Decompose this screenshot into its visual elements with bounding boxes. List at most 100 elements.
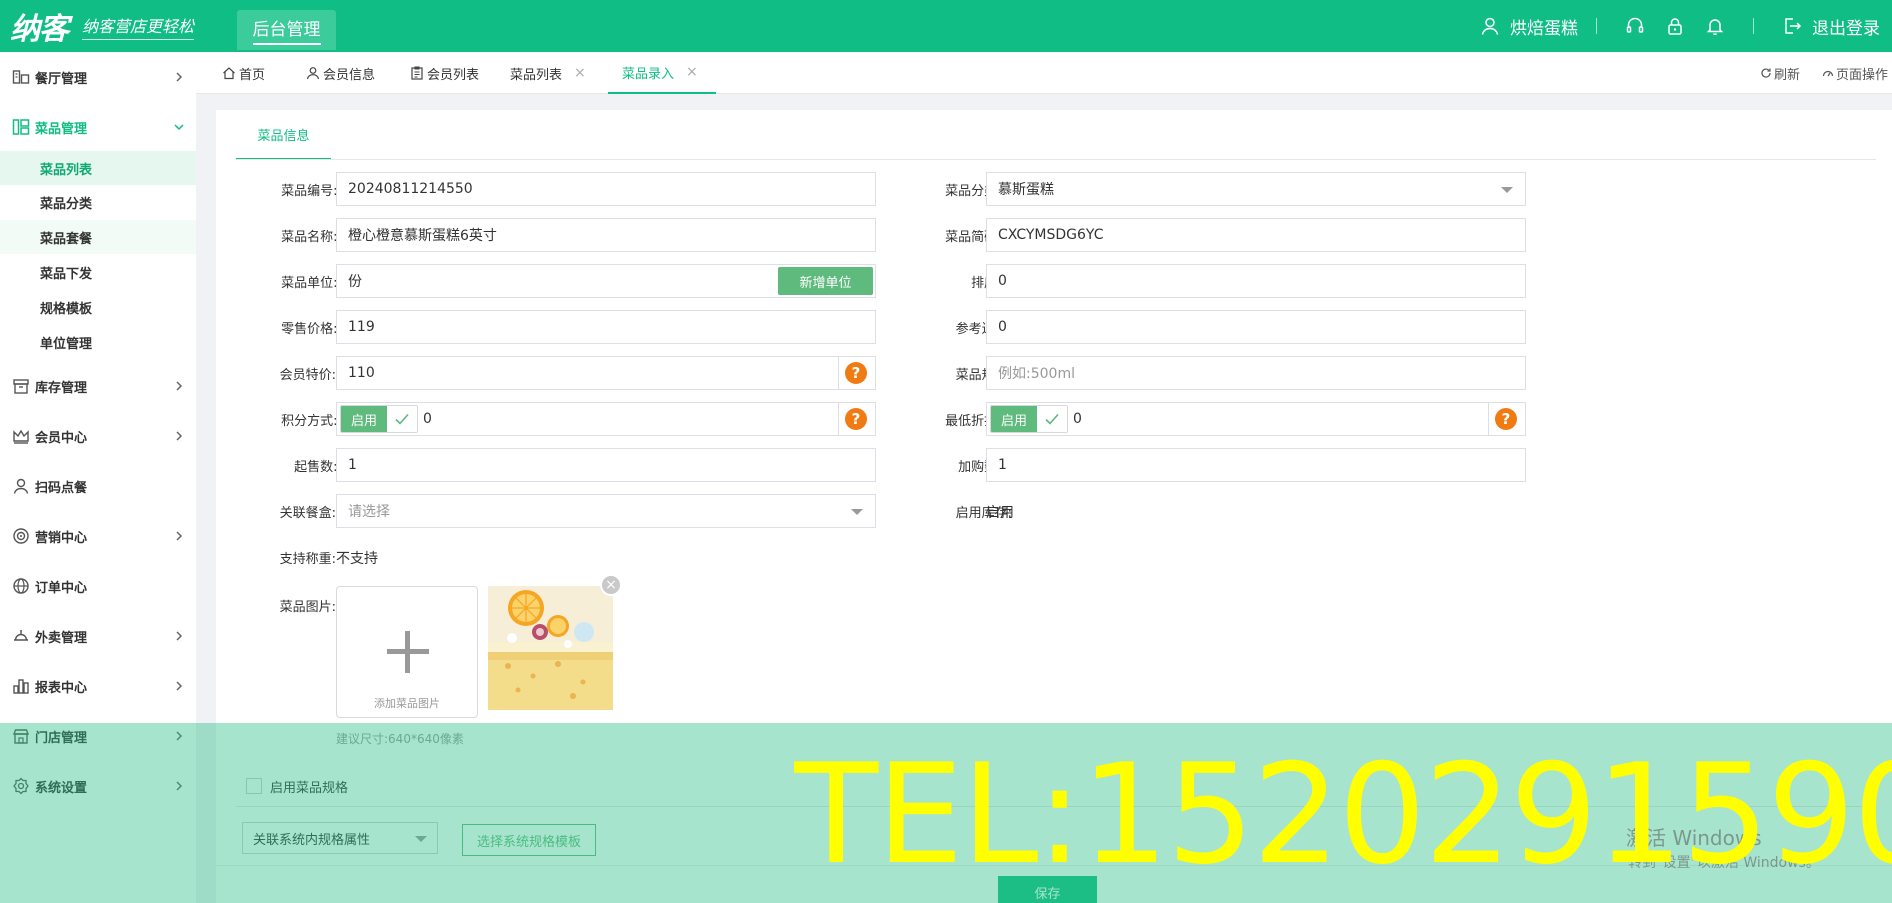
refresh-icon xyxy=(1761,68,1771,78)
target-icon xyxy=(11,526,31,546)
tab-home[interactable]: 首页 xyxy=(222,52,265,94)
check-icon xyxy=(387,406,417,432)
help-icon[interactable]: ? xyxy=(845,362,867,384)
box-placeholder: 请选择 xyxy=(348,504,390,520)
sidebar-subitem-dish-combo[interactable]: 菜品套餐 xyxy=(0,220,196,254)
logout-button[interactable]: 退出登录 xyxy=(1772,14,1880,39)
logo-main: 纳客 xyxy=(10,12,69,47)
spec-attr-select[interactable]: 关联系统内规格属性 xyxy=(242,822,438,854)
add-qty-input[interactable]: 1 xyxy=(986,448,1526,482)
tab-member-info[interactable]: 会员信息 xyxy=(306,52,375,94)
toggle-on-label: 启用 xyxy=(991,406,1037,432)
tab-dish-entry[interactable]: 菜品录入 × xyxy=(608,52,716,94)
spec-input[interactable]: 例如:500ml xyxy=(986,356,1526,390)
bell-icon[interactable] xyxy=(1704,15,1726,37)
sidebar-label: 餐厅管理 xyxy=(35,71,88,87)
chevron-right-icon xyxy=(176,631,183,641)
sidebar-item-inventory[interactable]: 库存管理 xyxy=(0,361,196,411)
user-name: 烘焙蛋糕 xyxy=(1510,18,1578,39)
enable-spec-checkbox[interactable] xyxy=(246,778,262,794)
admin-tab[interactable]: 后台管理 xyxy=(237,10,336,50)
category-select[interactable]: 慕斯蛋糕 xyxy=(986,172,1526,206)
person-icon xyxy=(11,476,31,496)
sidebar-item-marketing[interactable]: 营销中心 xyxy=(0,511,196,561)
sidebar-subitem-spec-template[interactable]: 规格模板 xyxy=(0,290,196,324)
delivery-icon xyxy=(11,626,31,646)
add-unit-button[interactable]: 新增单位 xyxy=(778,267,873,295)
close-icon[interactable]: × xyxy=(686,64,698,80)
sidebar-subitem-dish-dispatch[interactable]: 菜品下发 xyxy=(0,255,196,289)
points-toggle[interactable]: 启用 xyxy=(340,405,418,433)
home-icon xyxy=(223,67,235,80)
divider xyxy=(236,806,1876,807)
help-icon[interactable]: ? xyxy=(845,408,867,430)
tab-dish-list[interactable]: 菜品列表 × xyxy=(510,52,586,94)
min-discount-toggle[interactable]: 启用 xyxy=(990,405,1068,433)
tabs-right: 刷新 页面操作 xyxy=(1738,52,1888,94)
clipboard-icon xyxy=(411,66,423,80)
refresh-label: 刷新 xyxy=(1773,67,1800,83)
sidebar-subitem-dish-category[interactable]: 菜品分类 xyxy=(0,185,196,219)
sidebar: 餐厅管理 菜品管理 菜品列表 菜品分类 菜品套餐 菜品下发 规格模板 单位管理 … xyxy=(0,52,196,903)
sort-input[interactable]: 0 xyxy=(986,264,1526,298)
sidebar-item-restaurant[interactable]: 餐厅管理 xyxy=(0,52,196,102)
globe-icon xyxy=(11,576,31,596)
dish-no-input[interactable]: 20240811214550 xyxy=(336,172,876,206)
sidebar-item-stores[interactable]: 门店管理 xyxy=(0,711,196,761)
sidebar-subitem-unit-management[interactable]: 单位管理 xyxy=(0,325,196,359)
page-ops-button[interactable]: 页面操作 xyxy=(1822,64,1888,83)
restaurant-icon xyxy=(11,67,31,87)
close-icon[interactable]: × xyxy=(574,65,586,81)
save-button[interactable]: 保存 xyxy=(998,876,1097,903)
chevron-right-icon xyxy=(176,72,183,82)
user-icon xyxy=(1479,15,1501,37)
sidebar-label: 订单中心 xyxy=(35,580,88,596)
box-select[interactable]: 请选择 xyxy=(336,494,876,528)
tab-label: 会员信息 xyxy=(323,67,376,83)
logo: 纳客 纳客营店更轻松 xyxy=(10,8,195,47)
tab-dish-info[interactable]: 菜品信息 xyxy=(236,110,331,160)
add-image-label: 添加菜品图片 xyxy=(374,697,440,710)
sidebar-item-orders[interactable]: 订单中心 xyxy=(0,561,196,611)
retail-price-input[interactable]: 119 xyxy=(336,310,876,344)
sidebar-item-dishes[interactable]: 菜品管理 xyxy=(0,102,196,152)
user-menu[interactable]: 烘焙蛋糕 xyxy=(1470,14,1578,39)
dish-image-thumbnail[interactable] xyxy=(488,586,613,710)
member-price-input[interactable]: 110 xyxy=(336,356,876,390)
tab-label: 菜品列表 xyxy=(510,67,563,83)
tab-member-list[interactable]: 会员列表 xyxy=(410,52,479,94)
box-label: 关联餐盒: xyxy=(279,506,336,521)
help-icon[interactable]: ? xyxy=(1495,408,1517,430)
select-template-button[interactable]: 选择系统规格模板 xyxy=(462,824,596,856)
sidebar-subitem-dish-list[interactable]: 菜品列表 xyxy=(0,151,196,185)
member-icon xyxy=(306,67,320,80)
dish-code-input[interactable]: CXCYMSDG6YC xyxy=(986,218,1526,252)
chevron-right-icon xyxy=(176,431,183,441)
headset-icon[interactable] xyxy=(1624,15,1646,37)
refresh-button[interactable]: 刷新 xyxy=(1760,64,1800,83)
remove-image-icon[interactable]: × xyxy=(600,574,622,596)
ref-cost-input[interactable]: 0 xyxy=(986,310,1526,344)
tabs-bar: 首页 会员信息 会员列表 菜品列表 × 菜品录入 × 刷新 页面操作 xyxy=(196,52,1892,94)
sidebar-item-reports[interactable]: 报表中心 xyxy=(0,661,196,711)
lock-icon[interactable] xyxy=(1664,15,1686,37)
sidebar-label: 报表中心 xyxy=(35,680,88,696)
chevron-right-icon xyxy=(176,731,183,741)
enable-spec-label: 启用菜品规格 xyxy=(270,781,349,796)
add-image-button[interactable]: 添加菜品图片 xyxy=(336,586,478,718)
weigh-label: 支持称重: xyxy=(279,552,336,567)
sidebar-label: 会员中心 xyxy=(35,430,88,446)
sidebar-item-scan-order[interactable]: 扫码点餐 xyxy=(0,461,196,511)
tab-label: 菜品录入 xyxy=(622,66,675,82)
sidebar-item-settings[interactable]: 系统设置 xyxy=(0,761,196,811)
sidebar-item-member-center[interactable]: 会员中心 xyxy=(0,411,196,461)
sidebar-label: 库存管理 xyxy=(35,380,88,396)
check-icon xyxy=(1037,406,1067,432)
gauge-icon xyxy=(1822,70,1834,77)
sidebar-item-delivery[interactable]: 外卖管理 xyxy=(0,611,196,661)
dish-name-input[interactable]: 橙心橙意慕斯蛋糕6英寸 xyxy=(336,218,876,252)
retail-price-label: 零售价格:* xyxy=(281,322,348,337)
image-size-hint: 建议尺寸:640*640像素 xyxy=(336,732,464,746)
dish-form-card: 菜品信息 菜品编号:* 20240811214550 菜品分类:* 慕斯蛋糕 菜… xyxy=(216,110,1892,903)
min-qty-input[interactable]: 1 xyxy=(336,448,876,482)
